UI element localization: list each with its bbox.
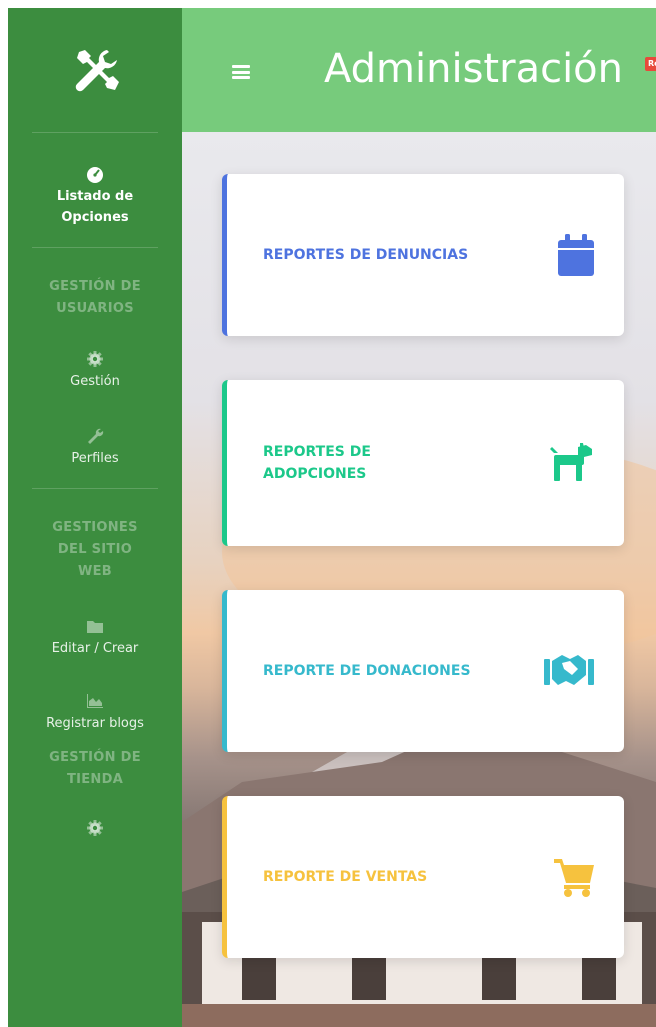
sidebar-item-label: Listado de (56, 189, 134, 204)
shopping-cart-icon (554, 859, 594, 897)
tachometer-icon (87, 167, 103, 183)
sidebar-item-tienda-gear[interactable] (8, 819, 182, 841)
sidebar-item-registrar-blogs[interactable]: Registrar blogs (8, 692, 182, 733)
sidebar-item-label: Registrar blogs (46, 716, 144, 731)
gear-icon (87, 820, 103, 836)
gear-icon (87, 351, 103, 367)
section-line: GESTIÓN DE (49, 279, 141, 294)
brand-logo[interactable] (8, 8, 182, 132)
sidebar-item-gestion[interactable]: Gestión (8, 350, 182, 391)
sidebar-item-label: Editar / Crear (51, 641, 139, 656)
hamburger-menu-icon[interactable] (232, 65, 250, 79)
sidebar-item-label: Opciones (61, 210, 129, 225)
card-reportes-adopciones[interactable]: REPORTES DE ADOPCIONES (222, 380, 624, 546)
sidebar-item-editar-crear[interactable]: Editar / Crear (8, 617, 182, 658)
wrench-icon (88, 428, 104, 444)
section-line: GESTIONES (52, 520, 138, 535)
sidebar-item-listado-opciones[interactable]: Listado de Opciones (8, 165, 182, 227)
sidebar-divider (32, 488, 158, 489)
notification-badge[interactable]: Rep (645, 57, 656, 71)
sidebar: Listado de Opciones GESTIÓN DE USUARIOS … (8, 8, 182, 1027)
card-title-line: REPORTES DE (263, 444, 371, 460)
card-reporte-ventas[interactable]: REPORTE DE VENTAS (222, 796, 624, 958)
sidebar-divider (32, 132, 158, 133)
section-line: TIENDA (66, 772, 124, 787)
tools-icon (75, 50, 119, 92)
sidebar-section-gestiones-sitio: GESTIONES DEL SITIO WEB (8, 517, 182, 583)
dog-icon (550, 443, 592, 481)
sidebar-section-gestion-usuarios: GESTIÓN DE USUARIOS (8, 276, 182, 320)
card-title: REPORTES DE ADOPCIONES (263, 441, 371, 485)
topbar: Administración Rep (182, 8, 656, 132)
sidebar-item-label: Perfiles (71, 451, 119, 466)
handshake-icon (544, 655, 594, 685)
calendar-icon (558, 234, 594, 276)
sidebar-divider (32, 247, 158, 248)
card-title: REPORTE DE VENTAS (263, 869, 428, 885)
card-title: REPORTES DE DENUNCIAS (263, 247, 469, 263)
card-title: REPORTE DE DONACIONES (263, 663, 471, 679)
section-line: DEL SITIO (57, 542, 133, 557)
page-title: Administración (324, 46, 624, 92)
card-reporte-donaciones[interactable]: REPORTE DE DONACIONES (222, 590, 624, 752)
sidebar-item-perfiles[interactable]: Perfiles (8, 427, 182, 468)
main-content: REPORTES DE DENUNCIAS REPORTES DE ADOPCI… (182, 132, 656, 1027)
card-reportes-denuncias[interactable]: REPORTES DE DENUNCIAS (222, 174, 624, 336)
sidebar-item-label: Gestión (70, 374, 120, 389)
folder-icon (87, 621, 103, 633)
section-line: USUARIOS (56, 301, 134, 316)
area-chart-icon (87, 694, 103, 708)
section-line: GESTIÓN DE (49, 750, 141, 765)
section-line: WEB (77, 564, 113, 579)
card-title-line: ADOPCIONES (263, 466, 367, 482)
sidebar-section-gestion-tienda: GESTIÓN DE TIENDA (8, 747, 182, 791)
